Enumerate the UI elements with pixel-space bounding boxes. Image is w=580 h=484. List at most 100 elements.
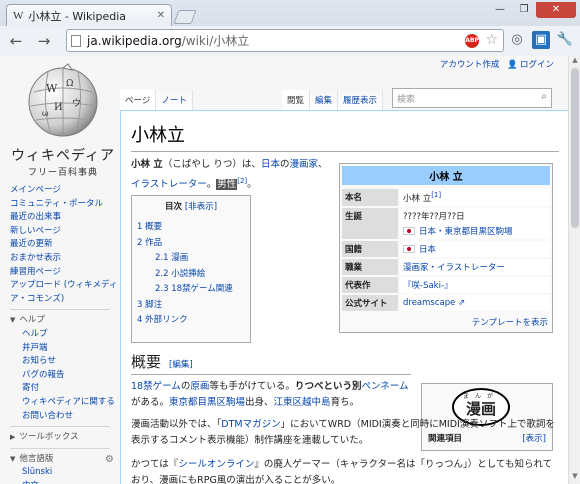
- wikipedia-logo[interactable]: W Ω И ウ ω ウィキペディア フリー百科事典: [10, 62, 116, 182]
- window-close-icon[interactable]: ✕: [536, 2, 576, 18]
- scroll-down-icon[interactable]: ▼: [569, 472, 580, 484]
- search-input[interactable]: 検索 ⌕: [392, 88, 552, 108]
- bookmark-star-icon[interactable]: ☆: [485, 32, 498, 48]
- browser-tab[interactable]: W 小林立 - Wikipedia ✕: [6, 4, 172, 26]
- languages-heading[interactable]: ▼ 他言語版 ⚙: [10, 453, 120, 467]
- tab-history[interactable]: 履歴表示: [338, 90, 384, 110]
- collapse-triangle-icon: ▼: [10, 316, 16, 325]
- forward-icon[interactable]: →: [32, 29, 56, 53]
- tab-note[interactable]: ノート: [156, 90, 193, 110]
- tab-close-icon[interactable]: ✕: [157, 10, 165, 21]
- minimize-icon[interactable]: —: [488, 2, 512, 18]
- back-icon[interactable]: ←: [4, 29, 28, 53]
- japan-flag-icon: [403, 227, 415, 236]
- collapse-triangle-icon: ▼: [10, 454, 16, 463]
- highlighted-text: 男性: [216, 179, 238, 191]
- tab-page[interactable]: ページ: [120, 90, 157, 110]
- tab-edit[interactable]: 編集: [310, 90, 339, 110]
- search-icon[interactable]: ⌕: [541, 91, 547, 102]
- japan-link[interactable]: 日本: [261, 159, 280, 170]
- komaba-link[interactable]: 東京都目黒区駒場: [169, 397, 245, 408]
- occupation-link[interactable]: 漫画家・イラストレーター: [403, 263, 505, 273]
- language-link[interactable]: 中文: [22, 480, 120, 484]
- sidebar-item-sandbox[interactable]: 練習用ページ: [10, 266, 120, 280]
- sidebar-item-village-pump[interactable]: 井戸端: [22, 342, 120, 356]
- toc-item[interactable]: 2.3 18禁ゲーム関連: [137, 282, 245, 298]
- sidebar-item-random[interactable]: おまかせ表示: [10, 252, 120, 266]
- seal-online-link[interactable]: シールオンライン: [178, 459, 254, 470]
- new-tab-button[interactable]: [173, 10, 197, 24]
- dtm-magazine-link[interactable]: DTMマガジン: [221, 419, 280, 430]
- web-page: W Ω И ウ ω ウィキペディア フリー百科事典 メインページ コミュニティ・…: [0, 56, 568, 484]
- tab-title: 小林立 - Wikipedia: [28, 9, 126, 23]
- sidebar-item-new-pages[interactable]: 新しいページ: [10, 225, 120, 239]
- help-portal: ヘルプ 井戸端 お知らせ バグの報告 寄付 ウィキペディアに関するお問い合わせ: [10, 328, 120, 423]
- toc-hide-link[interactable]: [非表示]: [185, 202, 217, 212]
- help-portal-heading[interactable]: ▼ ヘルプ: [10, 314, 120, 328]
- adblock-icon[interactable]: ABP: [465, 34, 479, 48]
- sidebar-item-contact[interactable]: ウィキペディアに関するお問い合わせ: [22, 396, 120, 423]
- reference-link[interactable]: [2]: [237, 177, 247, 185]
- illustrator-link[interactable]: イラストレーター: [131, 179, 207, 190]
- toc-item[interactable]: 2.1 漫画: [137, 251, 245, 267]
- nationality-link[interactable]: 日本: [419, 245, 436, 255]
- sidebar-item-community-portal[interactable]: コミュニティ・ポータル: [10, 198, 120, 212]
- official-site-link[interactable]: dreamscape: [403, 298, 455, 308]
- sidebar-item-donate[interactable]: 寄付: [22, 382, 120, 396]
- sidebar-item-notices[interactable]: お知らせ: [22, 355, 120, 369]
- scrollbar[interactable]: ▲ ▼: [568, 56, 580, 484]
- toc-item[interactable]: 4 外部リンク: [137, 313, 245, 329]
- notable-work-link[interactable]: 『咲-Saki-』: [403, 281, 453, 291]
- table-row: 生誕 ????年??月??日 日本・東京都目黒区駒場: [342, 207, 550, 239]
- sidebar-item-upload[interactable]: アップロード (ウィキメディア・コモンズ): [10, 279, 120, 306]
- create-account-link[interactable]: アカウント作成: [440, 58, 500, 70]
- toc-item[interactable]: 1 概要: [137, 220, 245, 236]
- pen-name-link[interactable]: ペンネーム: [361, 381, 408, 392]
- infobox-title: 小林 立: [342, 166, 550, 185]
- etchujima-link[interactable]: 江東区越中島: [274, 397, 331, 408]
- table-of-contents: 目次 [非表示] 1 概要 2 作品 2.1 漫画 2.2 小説挿絵 2.3 1…: [131, 195, 251, 343]
- birthplace-link[interactable]: 日本・東京都目黒区駒場: [419, 227, 513, 237]
- tab-read[interactable]: 閲覧: [282, 90, 311, 110]
- sidebar: メインページ コミュニティ・ポータル 最近の出来事 新しいページ 最近の更新 お…: [10, 184, 120, 484]
- external-link-icon: ⇗: [458, 297, 466, 308]
- wikipedia-globe-icon: W Ω И ウ ω: [28, 63, 98, 137]
- sidebar-item-help[interactable]: ヘルプ: [22, 328, 120, 342]
- maximize-icon[interactable]: ❐: [512, 2, 536, 18]
- template-link[interactable]: テンプレートを表示: [472, 318, 548, 328]
- sidebar-item-current-events[interactable]: 最近の出来事: [10, 211, 120, 225]
- wikipedia-favicon-icon: W: [13, 9, 24, 22]
- logo-name: ウィキペディア: [10, 148, 116, 164]
- sidebar-divider: [10, 447, 110, 449]
- toolbox-heading[interactable]: ▶ ツールボックス: [10, 431, 120, 445]
- reference-link[interactable]: [1]: [431, 191, 441, 199]
- toc-item[interactable]: 2 作品: [137, 236, 245, 252]
- original-art-link[interactable]: 原画: [190, 381, 209, 392]
- language-link[interactable]: Slūnski: [22, 466, 120, 480]
- sidebar-item-bug-report[interactable]: バグの報告: [22, 369, 120, 383]
- sidebar-item-recent-changes[interactable]: 最近の更新: [10, 238, 120, 252]
- toc-item[interactable]: 2.2 小説挿絵: [137, 267, 245, 283]
- svg-text:W: W: [46, 82, 58, 95]
- sidebar-item-main-page[interactable]: メインページ: [10, 184, 120, 198]
- browser-chrome: W 小林立 - Wikipedia ✕ — ❐ ✕ ← → ↻ ja.wikip…: [0, 0, 580, 56]
- table-row: 代表作 『咲-Saki-』: [342, 276, 550, 293]
- section-heading: 概要 [編集]: [131, 351, 411, 375]
- extension-icon[interactable]: ▣: [532, 31, 550, 49]
- adult-game-link[interactable]: 18禁ゲーム: [131, 381, 181, 392]
- browser-toolbar: ← → ↻ ja.wikipedia.org/wiki/小林立 ABP ☆ ◎ …: [0, 26, 580, 56]
- login-link[interactable]: ログイン: [520, 60, 554, 70]
- address-bar[interactable]: ja.wikipedia.org/wiki/小林立 ABP ☆: [66, 29, 504, 52]
- sidebar-divider: [10, 426, 110, 428]
- gear-icon[interactable]: ⚙: [105, 453, 114, 467]
- section-edit-link[interactable]: [編集]: [169, 360, 193, 370]
- toc-item[interactable]: 3 脚注: [137, 298, 245, 314]
- paragraph: 漫画活動以外では、「DTMマガジン」においてWRD（MIDI演奏と同時にMIDI…: [131, 419, 555, 446]
- scrollbar-thumb[interactable]: [571, 68, 579, 228]
- wrench-menu-icon[interactable]: 🔧: [556, 31, 574, 49]
- manga-artist-link[interactable]: 漫画家: [289, 159, 318, 170]
- scroll-up-icon[interactable]: ▲: [569, 56, 580, 68]
- logo-tagline: フリー百科事典: [27, 168, 98, 178]
- globe-extension-icon[interactable]: ◎: [508, 31, 526, 49]
- page-icon: [71, 34, 81, 47]
